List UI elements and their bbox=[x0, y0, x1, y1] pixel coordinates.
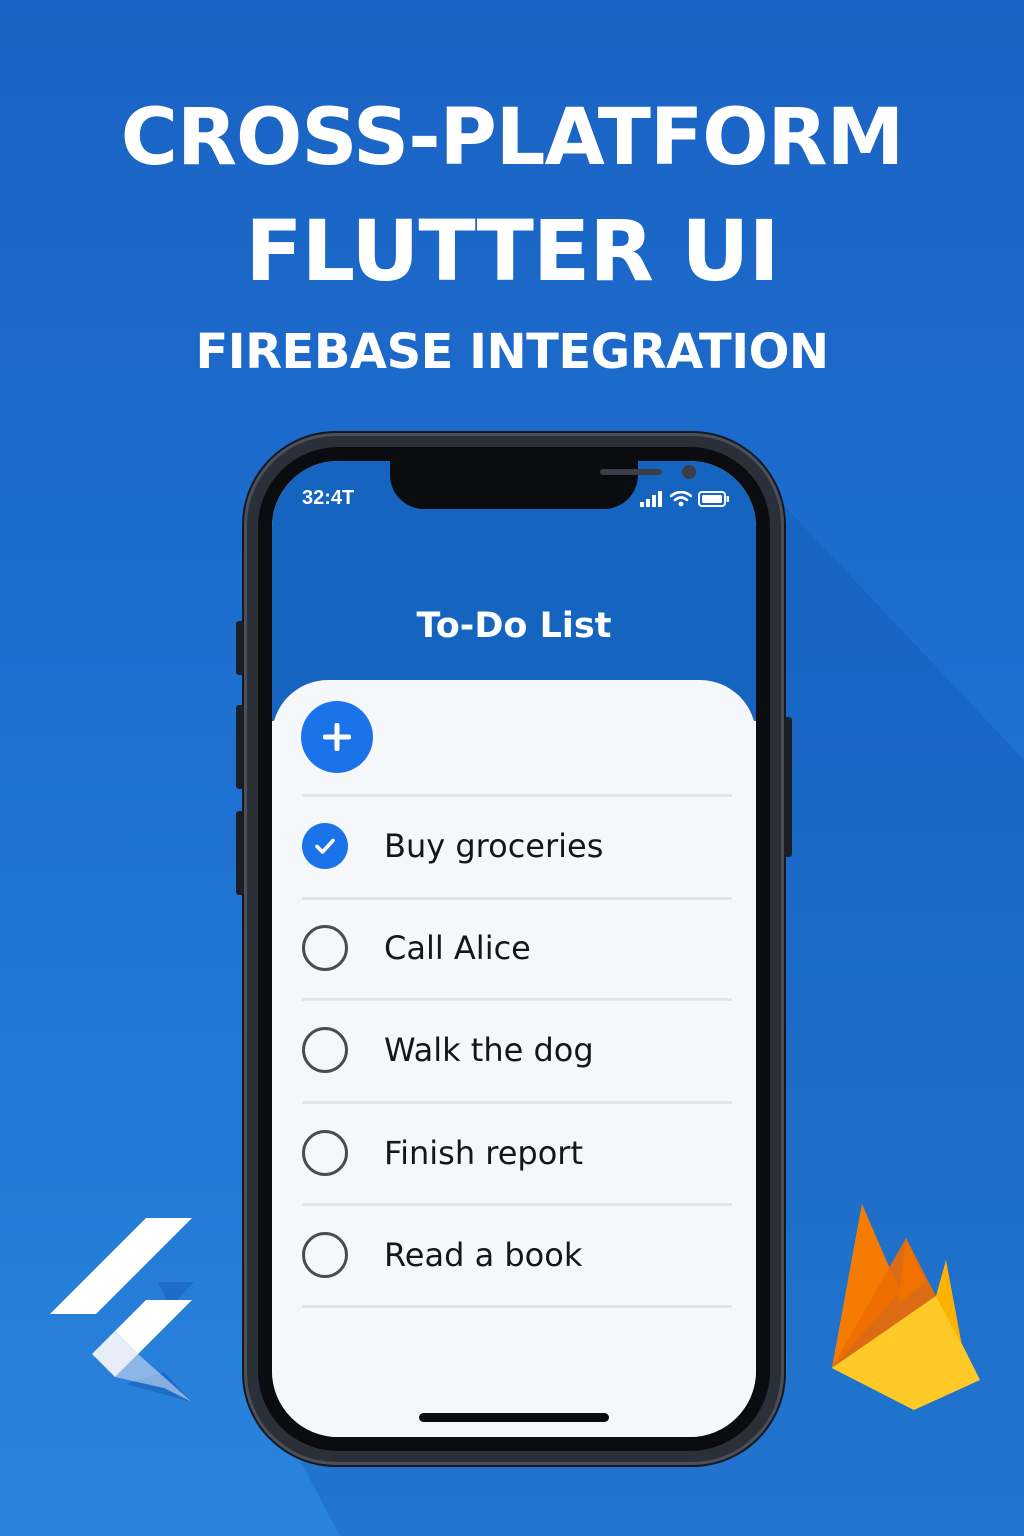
task-label: Finish report bbox=[384, 1134, 583, 1172]
task-item[interactable]: Finish report bbox=[302, 1103, 732, 1203]
task-list-card: Buy groceries Call Alice Walk the dog Fi… bbox=[272, 680, 756, 1437]
task-checkbox[interactable] bbox=[302, 1027, 348, 1073]
flutter-logo bbox=[50, 1218, 194, 1402]
status-icons bbox=[640, 489, 730, 509]
status-time: 32:4T bbox=[302, 487, 355, 509]
phone-frame: 32:4T To-Do List Buy groceries Call Alic… bbox=[236, 433, 792, 1465]
add-task-button[interactable] bbox=[301, 701, 373, 773]
front-camera bbox=[682, 465, 696, 479]
task-checkbox-checked[interactable] bbox=[302, 823, 348, 869]
phone-power-button bbox=[784, 717, 792, 857]
task-checkbox[interactable] bbox=[302, 1232, 348, 1278]
task-label: Walk the dog bbox=[384, 1031, 594, 1069]
task-item[interactable]: Buy groceries bbox=[302, 796, 732, 896]
task-item[interactable]: Read a book bbox=[302, 1205, 732, 1305]
subtitle: FIREBASE INTEGRATION bbox=[195, 324, 829, 380]
headline-line-1: CROSS-PLATFORM bbox=[120, 93, 905, 183]
task-label: Buy groceries bbox=[384, 827, 604, 865]
app-title: To-Do List bbox=[416, 606, 612, 646]
phone-screen: 32:4T To-Do List Buy groceries Call Alic… bbox=[272, 461, 756, 1437]
task-item[interactable]: Walk the dog bbox=[302, 1000, 732, 1100]
checkmark-icon bbox=[315, 838, 335, 854]
battery-icon bbox=[698, 491, 729, 507]
notch bbox=[390, 461, 696, 509]
home-indicator bbox=[419, 1413, 609, 1422]
firebase-logo bbox=[832, 1204, 980, 1410]
task-item[interactable]: Call Alice bbox=[302, 898, 732, 998]
task-checkbox[interactable] bbox=[302, 925, 348, 971]
phone-volume-up-button bbox=[236, 705, 244, 789]
phone-side-button bbox=[236, 621, 244, 675]
task-checkbox[interactable] bbox=[302, 1130, 348, 1176]
plus-icon bbox=[323, 723, 351, 751]
headline-line-2: FLUTTER UI bbox=[245, 202, 779, 300]
poster: CROSS-PLATFORM FLUTTER UI FIREBASE INTEG… bbox=[0, 0, 1024, 1536]
task-label: Call Alice bbox=[384, 929, 531, 967]
signal-icon bbox=[640, 491, 662, 507]
phone-volume-down-button bbox=[236, 811, 244, 895]
divider bbox=[302, 1305, 732, 1308]
wifi-icon bbox=[670, 491, 692, 507]
task-label: Read a book bbox=[384, 1236, 583, 1274]
speaker bbox=[600, 469, 662, 475]
